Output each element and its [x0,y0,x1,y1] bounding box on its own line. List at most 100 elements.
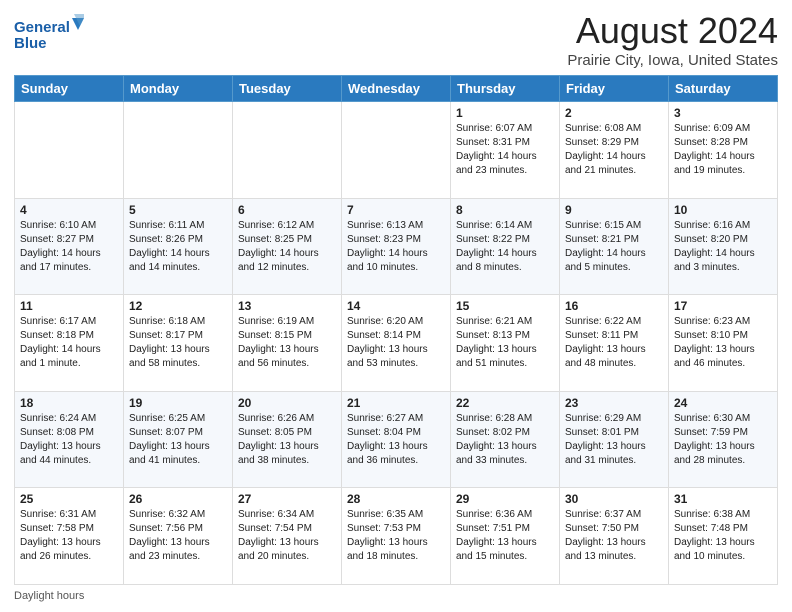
day-number-4: 4 [20,203,118,217]
day-16: 16Sunrise: 6:22 AM Sunset: 8:11 PM Dayli… [560,295,669,392]
day-26: 26 Sunrise: 6:32 AM Sunset: 7:56 PM Dayli… [124,488,233,585]
day-number-5: 5 [129,203,227,217]
week-row-3: 11 Sunrise: 6:17 AM Sunset: 8:18 PM Dayli… [15,295,778,392]
day-number-2: 2 [565,106,663,120]
day-18: 18Sunrise: 6:24 AM Sunset: 8:08 PM Dayli… [15,391,124,488]
day-number-8: 8 [456,203,554,217]
day-number-24: 24 [674,396,772,410]
day-27: 27 Sunrise: 6:34 AM Sunset: 7:54 PM Dayli… [233,488,342,585]
day-info-26: Sunrise: 6:32 AM Sunset: 7:56 PM Dayligh… [129,508,227,564]
weekday-friday: Friday [560,76,669,102]
day-info-21: Sunrise: 6:27 AM Sunset: 8:04 PM Dayligh… [347,412,445,468]
day-number-6: 6 [238,203,336,217]
day-info-22: Sunrise: 6:28 AM Sunset: 8:02 PM Dayligh… [456,412,554,468]
day-number-25: 25 [20,492,118,506]
day-info-8: Sunrise: 6:14 AM Sunset: 8:22 PM Dayligh… [456,219,554,275]
day-20: 20Sunrise: 6:26 AM Sunset: 8:05 PM Dayli… [233,391,342,488]
weekday-tuesday: Tuesday [233,76,342,102]
day-number-29: 29 [456,492,554,506]
day-number-28: 28 [347,492,445,506]
day-number-19: 19 [129,396,227,410]
day-28: 28 Sunrise: 6:35 AM Sunset: 7:53 PM Dayli… [342,488,451,585]
day-14: 14Sunrise: 6:20 AM Sunset: 8:14 PM Dayli… [342,295,451,392]
weekday-saturday: Saturday [669,76,778,102]
day-25: 25Sunrise: 6:31 AM Sunset: 7:58 PM Dayli… [15,488,124,585]
day-number-14: 14 [347,299,445,313]
day-number-15: 15 [456,299,554,313]
day-number-23: 23 [565,396,663,410]
calendar-table: SundayMondayTuesdayWednesdayThursdayFrid… [14,75,778,585]
logo-svg: General Blue [14,14,84,54]
weekday-thursday: Thursday [451,76,560,102]
day-info-3: Sunrise: 6:09 AM Sunset: 8:28 PM Dayligh… [674,122,772,178]
day-5: 5 Sunrise: 6:11 AM Sunset: 8:26 PM Daylig… [124,198,233,295]
day-info-12: Sunrise: 6:18 AM Sunset: 8:17 PM Dayligh… [129,315,227,371]
day-6: 6 Sunrise: 6:12 AM Sunset: 8:25 PM Daylig… [233,198,342,295]
week-row-4: 18Sunrise: 6:24 AM Sunset: 8:08 PM Dayli… [15,391,778,488]
day-7: 7 Sunrise: 6:13 AM Sunset: 8:23 PM Daylig… [342,198,451,295]
day-number-27: 27 [238,492,336,506]
day-19: 19 Sunrise: 6:25 AM Sunset: 8:07 PM Dayli… [124,391,233,488]
day-info-31: Sunrise: 6:38 AM Sunset: 7:48 PM Dayligh… [674,508,772,564]
page: General Blue August 2024 Prairie City, I… [0,0,792,612]
day-info-10: Sunrise: 6:16 AM Sunset: 8:20 PM Dayligh… [674,219,772,275]
day-info-27: Sunrise: 6:34 AM Sunset: 7:54 PM Dayligh… [238,508,336,564]
empty-cell-w0-d2 [233,102,342,199]
day-15: 15 Sunrise: 6:21 AM Sunset: 8:13 PM Dayli… [451,295,560,392]
day-12: 12 Sunrise: 6:18 AM Sunset: 8:17 PM Dayli… [124,295,233,392]
title-block: August 2024 Prairie City, Iowa, United S… [567,10,778,69]
day-info-11: Sunrise: 6:17 AM Sunset: 8:18 PM Dayligh… [20,315,118,371]
day-info-7: Sunrise: 6:13 AM Sunset: 8:23 PM Dayligh… [347,219,445,275]
logo: General Blue [14,14,84,54]
day-info-4: Sunrise: 6:10 AM Sunset: 8:27 PM Dayligh… [20,219,118,275]
svg-text:General: General [14,19,70,36]
day-10: 10Sunrise: 6:16 AM Sunset: 8:20 PM Dayli… [669,198,778,295]
day-info-29: Sunrise: 6:36 AM Sunset: 7:51 PM Dayligh… [456,508,554,564]
day-9: 9Sunrise: 6:15 AM Sunset: 8:21 PM Daylig… [560,198,669,295]
day-17: 17 Sunrise: 6:23 AM Sunset: 8:10 PM Dayli… [669,295,778,392]
empty-cell-w0-d3 [342,102,451,199]
empty-cell-w0-d0 [15,102,124,199]
day-info-15: Sunrise: 6:21 AM Sunset: 8:13 PM Dayligh… [456,315,554,371]
header: General Blue August 2024 Prairie City, I… [14,10,778,69]
weekday-sunday: Sunday [15,76,124,102]
day-22: 22 Sunrise: 6:28 AM Sunset: 8:02 PM Dayli… [451,391,560,488]
day-info-17: Sunrise: 6:23 AM Sunset: 8:10 PM Dayligh… [674,315,772,371]
day-number-7: 7 [347,203,445,217]
day-number-11: 11 [20,299,118,313]
day-11: 11 Sunrise: 6:17 AM Sunset: 8:18 PM Dayli… [15,295,124,392]
day-number-13: 13 [238,299,336,313]
day-number-12: 12 [129,299,227,313]
day-number-3: 3 [674,106,772,120]
day-1: 1 Sunrise: 6:07 AM Sunset: 8:31 PM Daylig… [451,102,560,199]
day-23: 23Sunrise: 6:29 AM Sunset: 8:01 PM Dayli… [560,391,669,488]
day-number-21: 21 [347,396,445,410]
day-number-30: 30 [565,492,663,506]
day-number-17: 17 [674,299,772,313]
week-row-2: 4 Sunrise: 6:10 AM Sunset: 8:27 PM Daylig… [15,198,778,295]
day-info-6: Sunrise: 6:12 AM Sunset: 8:25 PM Dayligh… [238,219,336,275]
day-number-16: 16 [565,299,663,313]
day-number-1: 1 [456,106,554,120]
weekday-wednesday: Wednesday [342,76,451,102]
weekday-header-row: SundayMondayTuesdayWednesdayThursdayFrid… [15,76,778,102]
day-info-1: Sunrise: 6:07 AM Sunset: 8:31 PM Dayligh… [456,122,554,178]
weekday-monday: Monday [124,76,233,102]
day-info-18: Sunrise: 6:24 AM Sunset: 8:08 PM Dayligh… [20,412,118,468]
day-31: 31 Sunrise: 6:38 AM Sunset: 7:48 PM Dayli… [669,488,778,585]
day-8: 8 Sunrise: 6:14 AM Sunset: 8:22 PM Daylig… [451,198,560,295]
day-info-5: Sunrise: 6:11 AM Sunset: 8:26 PM Dayligh… [129,219,227,275]
svg-text:Blue: Blue [14,35,47,52]
day-number-31: 31 [674,492,772,506]
day-number-26: 26 [129,492,227,506]
week-row-5: 25Sunrise: 6:31 AM Sunset: 7:58 PM Dayli… [15,488,778,585]
day-3: 3 Sunrise: 6:09 AM Sunset: 8:28 PM Daylig… [669,102,778,199]
day-info-19: Sunrise: 6:25 AM Sunset: 8:07 PM Dayligh… [129,412,227,468]
day-29: 29 Sunrise: 6:36 AM Sunset: 7:51 PM Dayli… [451,488,560,585]
day-21: 21 Sunrise: 6:27 AM Sunset: 8:04 PM Dayli… [342,391,451,488]
footer-label: Daylight hours [14,590,84,602]
day-number-22: 22 [456,396,554,410]
footer: Daylight hours [14,590,778,602]
day-info-28: Sunrise: 6:35 AM Sunset: 7:53 PM Dayligh… [347,508,445,564]
day-info-30: Sunrise: 6:37 AM Sunset: 7:50 PM Dayligh… [565,508,663,564]
